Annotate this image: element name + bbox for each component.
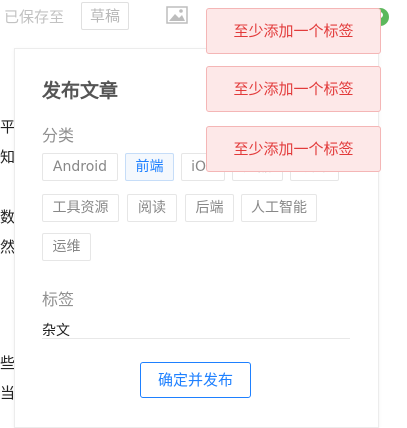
category-frontend[interactable]: 前端 <box>125 153 174 181</box>
image-icon[interactable] <box>166 6 188 24</box>
error-toast: 至少添加一个标签 <box>206 126 381 172</box>
tag-input[interactable]: 杂文 <box>42 320 70 340</box>
category-label: 分类 <box>42 126 75 145</box>
panel-title: 发布文章 <box>42 80 119 102</box>
category-ops[interactable]: 运维 <box>42 233 91 261</box>
category-tools[interactable]: 工具资源 <box>42 194 119 222</box>
category-backend[interactable]: 后端 <box>185 194 234 222</box>
background-text: 然 <box>0 238 16 256</box>
error-toast: 至少添加一个标签 <box>206 66 381 112</box>
category-android[interactable]: Android <box>42 153 118 181</box>
error-toast: 至少添加一个标签 <box>206 8 381 54</box>
tags-label: 标签 <box>42 290 75 309</box>
draft-button[interactable]: 草稿 <box>81 2 129 30</box>
background-text: 数 <box>0 208 16 226</box>
background-text: 当 <box>0 384 16 402</box>
background-text: 些 <box>0 354 16 372</box>
saved-status-text: 已保存至 <box>4 8 65 26</box>
tag-input-underline <box>42 338 350 339</box>
category-ai[interactable]: 人工智能 <box>241 194 317 222</box>
confirm-publish-button[interactable]: 确定并发布 <box>140 362 251 398</box>
category-reading[interactable]: 阅读 <box>127 194 177 222</box>
